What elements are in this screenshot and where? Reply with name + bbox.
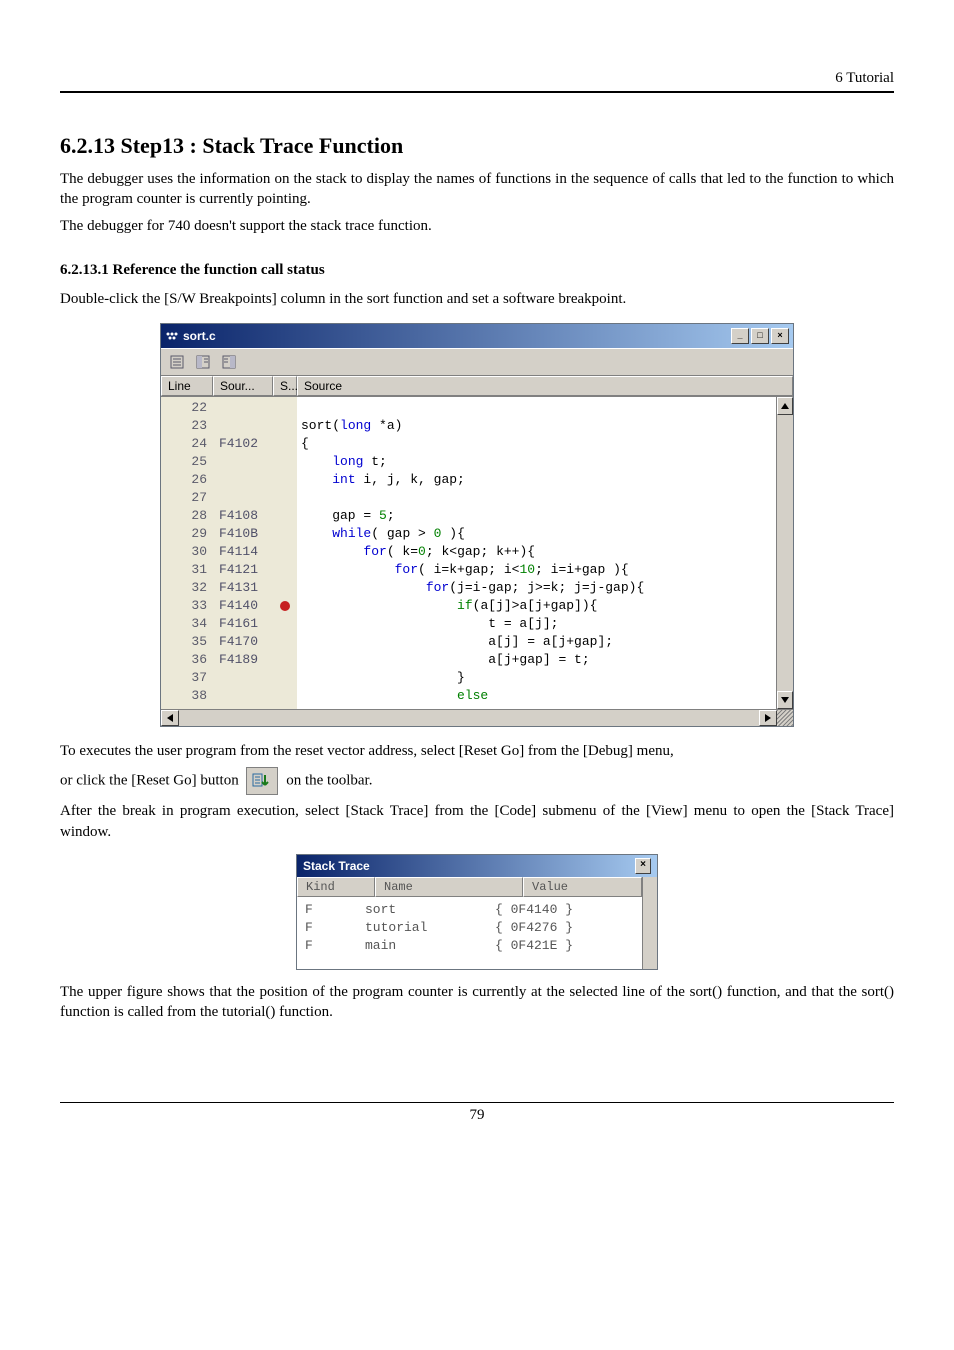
- source-code[interactable]: sort(long *a) { long t; int i, j, k, gap…: [297, 397, 776, 709]
- footer-rule: [60, 1102, 894, 1103]
- toolbar-view-icon[interactable]: [165, 351, 189, 373]
- stack-col-name[interactable]: Name: [375, 877, 523, 897]
- bottom-para: The upper figure shows that the position…: [60, 982, 894, 1023]
- section-para-2: The debugger for 740 doesn't support the…: [60, 216, 894, 236]
- subsection-heading: 6.2.13.1 Reference the function call sta…: [60, 262, 894, 279]
- line-number-gutter: 22 23 24 25 26 27 28 29 30 31 32 33 34 3…: [161, 397, 213, 709]
- address-gutter: F4102 F4108 F410B F4114 F4121 F4131 F414…: [213, 397, 273, 709]
- stack-vertical-scrollbar[interactable]: [642, 877, 657, 969]
- stack-kind: F: [305, 901, 365, 919]
- stack-trace-window: Stack Trace × Kind Name Value Fsort{ 0F4…: [296, 854, 658, 970]
- section-para-1: The debugger uses the information on the…: [60, 169, 894, 210]
- page-number: 79: [60, 1107, 894, 1124]
- stack-value: { 0F4140 }: [495, 901, 634, 919]
- code-body: 22 23 24 25 26 27 28 29 30 31 32 33 34 3…: [161, 397, 776, 709]
- stack-row[interactable]: Ftutorial{ 0F4276 }: [297, 919, 642, 937]
- minimize-button[interactable]: _: [731, 328, 749, 344]
- scroll-right-button[interactable]: [759, 710, 777, 726]
- after-code-text-b: on the toolbar.: [286, 773, 372, 789]
- scroll-down-button[interactable]: [777, 691, 793, 709]
- header-right: 6 Tutorial: [60, 70, 894, 87]
- stack-name: tutorial: [365, 919, 495, 937]
- subsection-para: Double-click the [S/W Breakpoints] colum…: [60, 289, 894, 309]
- scroll-up-button[interactable]: [777, 397, 793, 415]
- scroll-left-button[interactable]: [161, 710, 179, 726]
- toolbar-split-right-icon[interactable]: [217, 351, 241, 373]
- close-button[interactable]: ×: [771, 328, 789, 344]
- stack-titlebar[interactable]: Stack Trace ×: [297, 855, 657, 877]
- stack-row[interactable]: Fmain{ 0F421E }: [297, 937, 642, 955]
- stack-kind: F: [305, 937, 365, 955]
- stack-col-kind[interactable]: Kind: [297, 877, 375, 897]
- after-code-para-3: After the break in program execution, se…: [60, 801, 894, 842]
- stack-name: sort: [365, 901, 495, 919]
- maximize-button[interactable]: □: [751, 328, 769, 344]
- titlebar[interactable]: sort.c _ □ ×: [161, 324, 793, 348]
- after-code-para-1: To executes the user program from the re…: [60, 741, 894, 761]
- app-icon: [165, 329, 179, 343]
- after-code-para-2: or click the [Reset Go] button on the to…: [60, 767, 894, 795]
- stack-kind: F: [305, 919, 365, 937]
- stack-close-button[interactable]: ×: [635, 858, 651, 874]
- reset-go-button[interactable]: [246, 767, 278, 795]
- breakpoint-gutter[interactable]: [273, 397, 297, 709]
- header-rule: [60, 91, 894, 93]
- stack-column-headers: Kind Name Value: [297, 877, 642, 897]
- breakpoint-marker-icon[interactable]: [280, 601, 290, 611]
- section-heading: 6.2.13 Step13 : Stack Trace Function: [60, 133, 894, 159]
- stack-value: { 0F421E }: [495, 937, 634, 955]
- editor-toolbar: [161, 348, 793, 376]
- col-line[interactable]: Line: [161, 376, 213, 396]
- stack-name: main: [365, 937, 495, 955]
- after-code-text-a: or click the [Reset Go] button: [60, 773, 242, 789]
- vertical-scrollbar[interactable]: [776, 397, 793, 709]
- horizontal-scrollbar[interactable]: [161, 709, 793, 726]
- col-source-addr[interactable]: Sour...: [213, 376, 273, 396]
- stack-value: { 0F4276 }: [495, 919, 634, 937]
- stack-body: Fsort{ 0F4140 }Ftutorial{ 0F4276 }Fmain{…: [297, 897, 642, 969]
- source-editor-window: sort.c _ □ × Line Sour... S... Source: [160, 323, 794, 727]
- column-headers: Line Sour... S... Source: [161, 376, 793, 397]
- stack-col-value[interactable]: Value: [523, 877, 642, 897]
- resize-grip-icon[interactable]: [777, 710, 793, 726]
- col-breakpoint[interactable]: S...: [273, 376, 297, 396]
- col-source[interactable]: Source: [297, 376, 793, 396]
- toolbar-split-left-icon[interactable]: [191, 351, 215, 373]
- window-title: sort.c: [183, 329, 216, 343]
- stack-row[interactable]: Fsort{ 0F4140 }: [297, 901, 642, 919]
- stack-window-title: Stack Trace: [303, 859, 370, 873]
